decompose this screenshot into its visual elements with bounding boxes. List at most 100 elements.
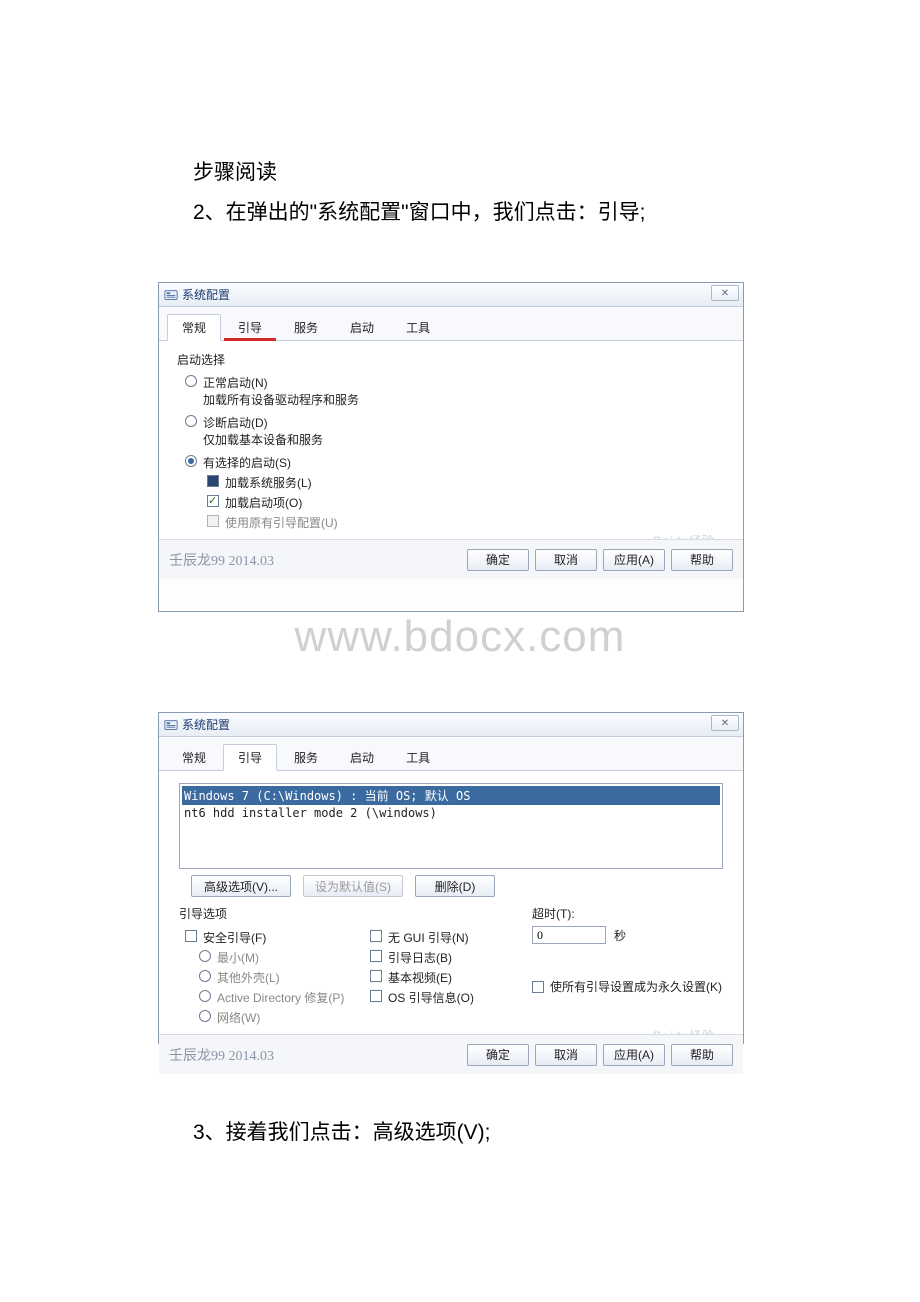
radio-safeboot-minimal-label: 最小(M) — [217, 949, 259, 966]
tab-startup[interactable]: 启动 — [335, 744, 389, 771]
boot-entry[interactable]: nt6 hdd installer mode 2 (\windows) — [182, 805, 720, 821]
close-icon: ✕ — [721, 288, 729, 299]
checkbox-nogui-label: 无 GUI 引导(N) — [388, 929, 469, 946]
radio-selective-startup-label: 有选择的启动(S) — [203, 454, 291, 471]
checkbox-osbootinfo-label: OS 引导信息(O) — [388, 989, 474, 1006]
instruction-step-read: 步骤阅读 — [193, 156, 277, 186]
close-button[interactable]: ✕ — [711, 715, 739, 731]
help-button[interactable]: 帮助 — [671, 1044, 733, 1066]
diag-startup-desc: 仅加载基本设备和服务 — [203, 431, 725, 448]
radio-normal-startup-label: 正常启动(N) — [203, 374, 268, 391]
checkbox-basevideo[interactable]: 基本视频(E) — [370, 969, 532, 986]
checkbox-icon — [185, 930, 197, 942]
cancel-button[interactable]: 取消 — [535, 1044, 597, 1066]
set-default-button: 设为默认值(S) — [303, 875, 403, 897]
radio-icon — [199, 970, 211, 982]
checkbox-icon — [207, 475, 219, 487]
delete-button[interactable]: 删除(D) — [415, 875, 495, 897]
checkbox-load-system-services[interactable]: 加载系统服务(L) — [207, 474, 725, 491]
radio-safeboot-minimal: 最小(M) — [199, 949, 362, 966]
boot-entries-listbox[interactable]: Windows 7 (C:\Windows) : 当前 OS; 默认 OS nt… — [179, 783, 723, 869]
normal-startup-desc: 加载所有设备驱动程序和服务 — [203, 391, 725, 408]
general-panel: 启动选择 正常启动(N) 加载所有设备驱动程序和服务 诊断启动(D) 仅加载基本… — [159, 341, 743, 579]
radio-safeboot-network-label: 网络(W) — [217, 1009, 260, 1026]
titlebar[interactable]: 系统配置 ✕ — [159, 283, 743, 307]
checkbox-icon — [370, 950, 382, 962]
checkbox-icon — [207, 515, 219, 527]
apply-button[interactable]: 应用(A) — [603, 1044, 665, 1066]
tab-general[interactable]: 常规 — [167, 314, 221, 341]
tab-boot[interactable]: 引导 — [223, 744, 277, 771]
checkbox-icon — [370, 930, 382, 942]
tab-general[interactable]: 常规 — [167, 744, 221, 771]
tab-services[interactable]: 服务 — [279, 744, 333, 771]
checkbox-make-permanent[interactable]: 使所有引导设置成为永久设置(K) — [532, 980, 725, 994]
radio-selective-startup-row[interactable]: 有选择的启动(S) — [185, 454, 725, 471]
msconfig-dialog-general: 系统配置 ✕ 常规 引导 服务 启动 工具 启动选择 正常启动(N) 加载所有设… — [158, 282, 744, 612]
tab-tools[interactable]: 工具 — [391, 314, 445, 341]
radio-icon — [185, 415, 197, 427]
timeout-unit: 秒 — [614, 927, 626, 944]
ok-button[interactable]: 确定 — [467, 549, 529, 571]
checkbox-safeboot[interactable]: 安全引导(F) — [185, 929, 362, 946]
radio-normal-startup-row[interactable]: 正常启动(N) — [185, 374, 725, 391]
tab-boot[interactable]: 引导 — [223, 314, 277, 341]
close-button[interactable]: ✕ — [711, 285, 739, 301]
checkbox-osbootinfo[interactable]: OS 引导信息(O) — [370, 989, 532, 1006]
tab-strip: 常规 引导 服务 启动 工具 — [159, 737, 743, 771]
radio-safeboot-altshell-label: 其他外壳(L) — [217, 969, 280, 986]
checkbox-load-startup-items[interactable]: 加载启动项(O) — [207, 494, 725, 511]
tab-strip: 常规 引导 服务 启动 工具 — [159, 307, 743, 341]
tab-tools[interactable]: 工具 — [391, 744, 445, 771]
checkbox-load-startup-items-label: 加载启动项(O) — [225, 494, 302, 511]
dialog-bottom-bar: 壬辰龙99 2014.03 确定 取消 应用(A) 帮助 — [159, 1034, 743, 1074]
checkbox-safeboot-label: 安全引导(F) — [203, 929, 266, 946]
checkbox-icon — [532, 981, 544, 993]
radio-icon — [185, 455, 197, 467]
app-icon — [163, 287, 178, 302]
boot-panel: Windows 7 (C:\Windows) : 当前 OS; 默认 OS nt… — [159, 771, 743, 1074]
checkbox-nogui[interactable]: 无 GUI 引导(N) — [370, 929, 532, 946]
titlebar[interactable]: 系统配置 ✕ — [159, 713, 743, 737]
radio-icon — [199, 950, 211, 962]
window-title: 系统配置 — [182, 286, 230, 303]
tab-services[interactable]: 服务 — [279, 314, 333, 341]
radio-safeboot-adrepair-label: Active Directory 修复(P) — [217, 989, 344, 1006]
radio-safeboot-adrepair: Active Directory 修复(P) — [199, 989, 362, 1006]
page-watermark: www.bdocx.com — [0, 612, 920, 662]
radio-icon — [185, 375, 197, 387]
startup-selection-label: 启动选择 — [177, 351, 725, 368]
radio-diag-startup-label: 诊断启动(D) — [203, 414, 268, 431]
instruction-step-two: 2、在弹出的"系统配置"窗口中，我们点击：引导; — [193, 196, 645, 226]
checkbox-icon — [370, 990, 382, 1002]
apply-button[interactable]: 应用(A) — [603, 549, 665, 571]
window-title: 系统配置 — [182, 716, 230, 733]
boot-options-label: 引导选项 — [179, 905, 532, 922]
radio-icon — [199, 990, 211, 1002]
ok-button[interactable]: 确定 — [467, 1044, 529, 1066]
help-button[interactable]: 帮助 — [671, 549, 733, 571]
checkbox-make-permanent-label: 使所有引导设置成为永久设置(K) — [550, 980, 722, 994]
timeout-input[interactable] — [532, 926, 606, 944]
author-signature: 壬辰龙99 2014.03 — [169, 1045, 274, 1065]
advanced-options-button[interactable]: 高级选项(V)... — [191, 875, 291, 897]
timeout-label: 超时(T): — [532, 905, 725, 922]
checkbox-bootlog-label: 引导日志(B) — [388, 949, 452, 966]
instruction-step-three: 3、接着我们点击：高级选项(V); — [193, 1116, 491, 1146]
tab-startup[interactable]: 启动 — [335, 314, 389, 341]
radio-diag-startup-row[interactable]: 诊断启动(D) — [185, 414, 725, 431]
checkbox-load-system-services-label: 加载系统服务(L) — [225, 474, 312, 491]
cancel-button[interactable]: 取消 — [535, 549, 597, 571]
checkbox-basevideo-label: 基本视频(E) — [388, 969, 452, 986]
checkbox-use-original-boot-config-label: 使用原有引导配置(U) — [225, 514, 338, 531]
checkbox-bootlog[interactable]: 引导日志(B) — [370, 949, 532, 966]
checkbox-icon — [370, 970, 382, 982]
msconfig-dialog-boot: 系统配置 ✕ 常规 引导 服务 启动 工具 Windows 7 (C:\Wind… — [158, 712, 744, 1044]
dialog-bottom-bar: 壬辰龙99 2014.03 确定 取消 应用(A) 帮助 — [159, 539, 743, 579]
checkbox-icon — [207, 495, 219, 507]
app-icon — [163, 717, 178, 732]
radio-safeboot-altshell: 其他外壳(L) — [199, 969, 362, 986]
checkbox-use-original-boot-config: 使用原有引导配置(U) — [207, 514, 725, 531]
author-signature: 壬辰龙99 2014.03 — [169, 550, 274, 570]
boot-entry-selected[interactable]: Windows 7 (C:\Windows) : 当前 OS; 默认 OS — [182, 786, 720, 805]
